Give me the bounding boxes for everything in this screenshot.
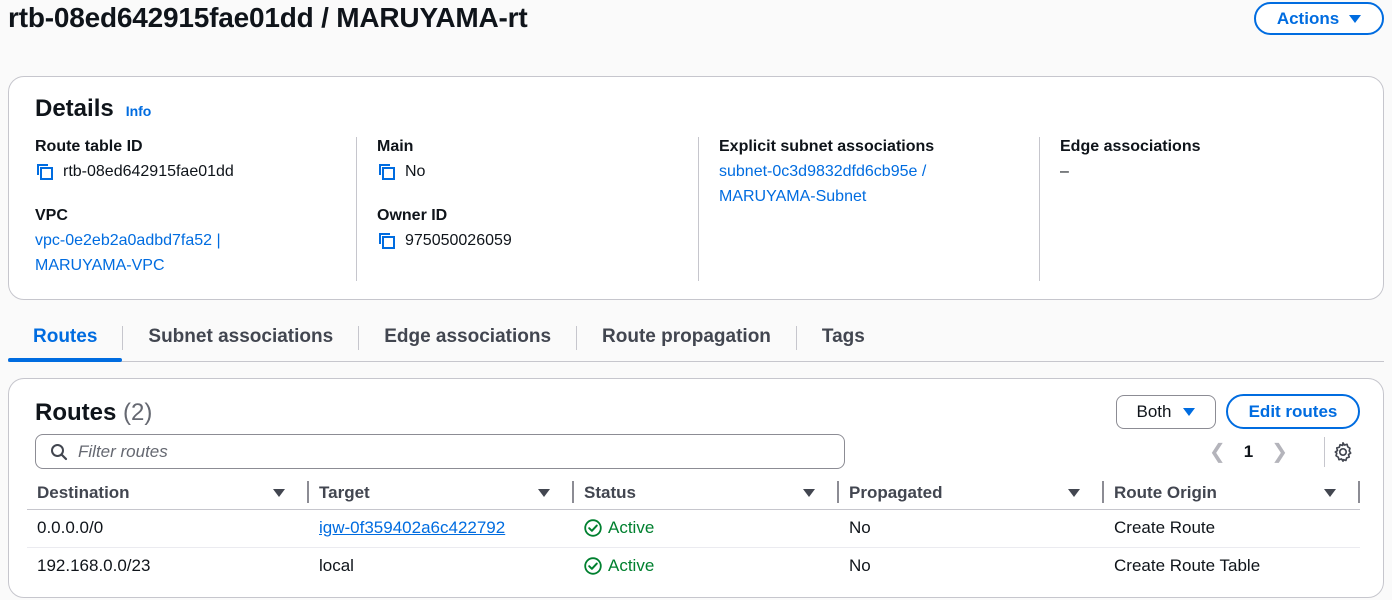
owner-id-label: Owner ID bbox=[377, 207, 448, 224]
subnet-link[interactable]: subnet-0c3d9832dfd6cb95e / MARUYAMA-Subn… bbox=[719, 159, 1040, 209]
column-header-route-origin[interactable]: Route Origin bbox=[1104, 477, 1360, 510]
current-page[interactable]: 1 bbox=[1244, 442, 1253, 462]
details-panel: Details Info Route table ID rtb-08ed6429… bbox=[8, 76, 1384, 300]
table-row: 192.168.0.0/23 local Active No Create Ro… bbox=[27, 547, 1360, 585]
details-column-4: Edge associations – bbox=[1039, 137, 1381, 281]
filter-routes-field[interactable] bbox=[35, 434, 845, 469]
table-row: 0.0.0.0/0 igw-0f359402a6c422792 Active N… bbox=[27, 509, 1360, 548]
routes-table-header: Destination Target Status Propagated Rou… bbox=[27, 477, 1360, 510]
route-table-id-value: rtb-08ed642915fae01dd bbox=[63, 163, 234, 180]
cell-propagated: No bbox=[839, 509, 1104, 548]
routes-title: Routes (2) bbox=[35, 399, 152, 427]
owner-id-value: 975050026059 bbox=[405, 232, 512, 249]
route-filter-select-value: Both bbox=[1136, 402, 1172, 421]
routes-title-text: Routes bbox=[35, 399, 117, 426]
routes-table: Destination Target Status Propagated Rou… bbox=[27, 477, 1360, 585]
subnet-associations-label: Explicit subnet associations bbox=[719, 138, 935, 155]
cell-propagated: No bbox=[849, 556, 871, 576]
next-page-icon[interactable]: ❯ bbox=[1271, 439, 1288, 464]
cell-target: igw-0f359402a6c422792 bbox=[309, 509, 574, 548]
sort-icon[interactable] bbox=[538, 488, 550, 497]
search-icon bbox=[51, 443, 68, 460]
caret-down-icon bbox=[1183, 408, 1196, 416]
cell-target: local bbox=[319, 556, 354, 576]
success-check-icon bbox=[584, 519, 602, 537]
tab-route-propagation[interactable]: Route propagation bbox=[577, 322, 796, 360]
vpc-label: VPC bbox=[35, 207, 68, 224]
actions-button[interactable]: Actions bbox=[1254, 2, 1384, 35]
vpc-link-line1: vpc-0e2eb2a0adbd7fa52 | bbox=[35, 232, 221, 249]
edge-associations-value: – bbox=[1060, 163, 1069, 180]
tab-subnet-associations[interactable]: Subnet associations bbox=[123, 322, 358, 360]
status-text: Active bbox=[608, 556, 655, 576]
column-header-target[interactable]: Target bbox=[309, 477, 574, 510]
sort-icon[interactable] bbox=[803, 488, 815, 497]
previous-page-icon[interactable]: ❮ bbox=[1209, 439, 1226, 464]
cell-route-origin: Create Route Table bbox=[1114, 556, 1261, 576]
routes-panel: Routes (2) Both Edit routes ❮ 1 ❯ Destin… bbox=[8, 378, 1384, 598]
vpc-link[interactable]: vpc-0e2eb2a0adbd7fa52 | MARUYAMA-VPC bbox=[35, 228, 377, 278]
cell-destination: 0.0.0.0/0 bbox=[27, 509, 309, 548]
tab-routes[interactable]: Routes bbox=[8, 322, 123, 362]
vpc-link-line2: MARUYAMA-VPC bbox=[35, 257, 165, 274]
main-value: No bbox=[405, 163, 426, 180]
details-column-1: Route table ID rtb-08ed642915fae01dd VPC… bbox=[35, 137, 377, 281]
subnet-link-line2: MARUYAMA-Subnet bbox=[719, 188, 867, 205]
details-title: Details bbox=[35, 95, 114, 122]
tab-tags[interactable]: Tags bbox=[797, 322, 890, 360]
success-check-icon bbox=[584, 557, 602, 575]
pager-divider bbox=[1324, 437, 1325, 467]
main-label: Main bbox=[377, 138, 414, 155]
copy-icon[interactable] bbox=[35, 162, 55, 182]
actions-label: Actions bbox=[1276, 8, 1340, 28]
route-filter-select[interactable]: Both bbox=[1116, 395, 1216, 429]
status-text: Active bbox=[608, 518, 655, 537]
details-column-3: Explicit subnet associations subnet-0c3d… bbox=[698, 137, 1040, 281]
column-header-status[interactable]: Status bbox=[574, 477, 839, 510]
sort-icon[interactable] bbox=[1068, 488, 1080, 497]
edge-associations-label: Edge associations bbox=[1060, 138, 1201, 155]
copy-icon[interactable] bbox=[377, 231, 397, 251]
subnet-link-line1: subnet-0c3d9832dfd6cb95e / bbox=[719, 163, 927, 180]
sort-icon[interactable] bbox=[1324, 488, 1336, 497]
tab-bar: Routes Subnet associations Edge associat… bbox=[8, 322, 1384, 362]
tab-edge-associations[interactable]: Edge associations bbox=[359, 322, 576, 360]
route-table-id-label: Route table ID bbox=[35, 138, 143, 155]
copy-icon[interactable] bbox=[377, 162, 397, 182]
filter-routes-input[interactable] bbox=[78, 441, 818, 462]
cell-destination: 192.168.0.0/23 bbox=[37, 556, 151, 576]
routes-count: (2) bbox=[123, 399, 153, 426]
cell-status: Active bbox=[574, 547, 839, 585]
caret-down-icon bbox=[1349, 14, 1362, 23]
sort-icon[interactable] bbox=[273, 488, 285, 497]
info-link[interactable]: Info bbox=[126, 103, 152, 119]
details-column-2: Main No Owner ID 975050026059 bbox=[356, 137, 698, 281]
column-header-propagated[interactable]: Propagated bbox=[839, 477, 1104, 510]
edit-routes-button[interactable]: Edit routes bbox=[1226, 394, 1360, 429]
column-header-destination[interactable]: Destination bbox=[27, 477, 309, 510]
gear-icon[interactable] bbox=[1332, 441, 1354, 463]
cell-status: Active bbox=[574, 509, 839, 548]
page-title: rtb-08ed642915fae01dd / MARUYAMA-rt bbox=[8, 2, 528, 33]
pagination: ❮ 1 ❯ bbox=[1209, 439, 1288, 464]
target-link[interactable]: igw-0f359402a6c422792 bbox=[319, 518, 505, 537]
cell-route-origin: Create Route bbox=[1104, 509, 1360, 548]
